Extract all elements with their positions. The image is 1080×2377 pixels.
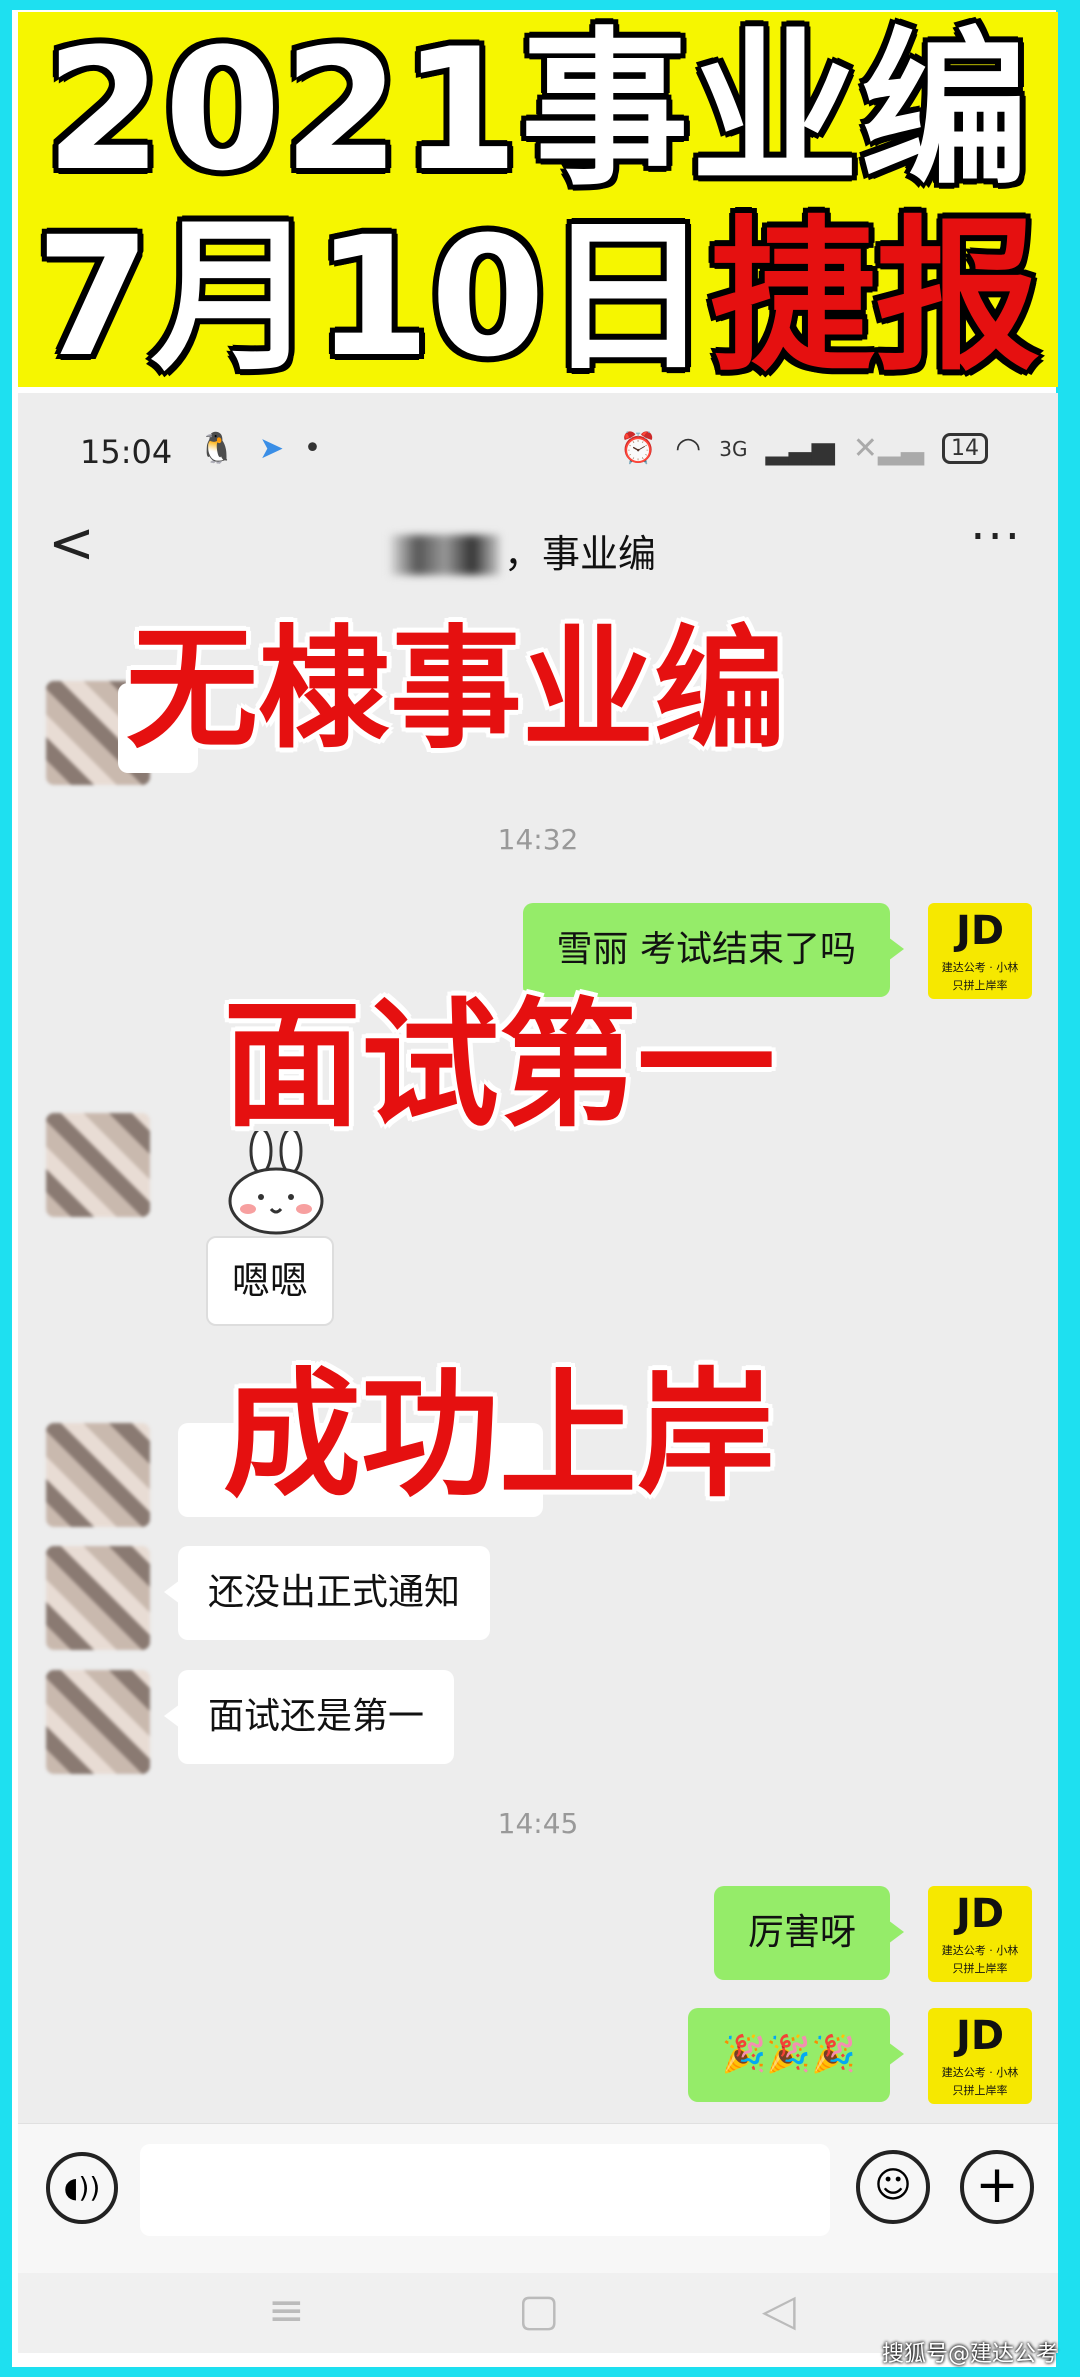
banner-good-news: 捷报	[710, 201, 1041, 393]
overlay-headline-1: 无棣事业编	[126, 613, 786, 767]
message-bubble-sent[interactable]: 厉害呀	[713, 1886, 905, 1980]
signal-icon: ▂▃▅	[765, 431, 835, 466]
battery-icon: 14	[942, 433, 988, 464]
chat-screen: 15:04 🐧 ➤ • ⏰ ◠ 3G ▂▃▅ ✕▂▃ 14 < ，事业编 ···…	[18, 393, 1058, 2353]
my-avatar[interactable]: JD 建达公考 · 小林 只拼上岸率	[928, 1886, 1032, 1982]
emoji-icon[interactable]: ☺	[856, 2150, 930, 2224]
back-triangle-icon[interactable]: ◁	[762, 2285, 796, 2336]
jd-logo: JD	[955, 908, 1005, 954]
jd-logo: JD	[955, 2013, 1005, 2059]
back-arrow-icon[interactable]: <	[48, 511, 95, 576]
network-label: 3G	[719, 436, 748, 461]
avatar-slogan: 只拼上岸率	[952, 1962, 1008, 1975]
contact-avatar[interactable]	[46, 1670, 150, 1774]
qq-icon: 🐧	[198, 431, 236, 466]
more-options-icon[interactable]: ···	[970, 509, 1022, 565]
overlay-headline-3: 成功上岸	[223, 1355, 776, 1516]
avatar-slogan: 只拼上岸率	[952, 2084, 1008, 2097]
blurred-contact-name	[390, 535, 500, 575]
contact-avatar[interactable]	[46, 1423, 150, 1527]
timestamp: 14:45	[497, 1807, 579, 1840]
chat-title: ，事业编	[504, 532, 657, 576]
chat-input-bar: ◖)) ☺ +	[18, 2123, 1058, 2274]
avatar-caption: 建达公考 · 小林	[941, 961, 1019, 974]
wifi-icon: ◠	[675, 431, 702, 466]
system-icons: ⏰ ◠ 3G ▂▃▅ ✕▂▃ 14	[620, 431, 988, 466]
plus-icon[interactable]: +	[960, 2150, 1034, 2224]
source-watermark: 搜狐号@建达公考	[881, 2342, 1058, 2367]
message-bubble-received[interactable]: 面试还是第一	[163, 1670, 455, 1764]
send-icon: ➤	[258, 431, 285, 466]
avatar-caption: 建达公考 · 小林	[941, 1944, 1019, 1957]
banner-line-2: 7月10日捷报	[18, 207, 1058, 387]
menu-icon[interactable]: ≡	[268, 2285, 305, 2336]
overlay-headline-2: 面试第一	[223, 985, 776, 1146]
contact-avatar[interactable]	[46, 1546, 150, 1650]
contact-avatar[interactable]	[46, 1113, 150, 1217]
message-input[interactable]	[140, 2144, 830, 2236]
status-time: 15:04	[80, 433, 173, 471]
voice-icon[interactable]: ◖))	[46, 2152, 118, 2224]
signal-off-icon: ✕▂▃	[852, 431, 924, 466]
sticker-reply-bubble[interactable]: 嗯嗯	[206, 1236, 335, 1326]
jd-logo: JD	[955, 1891, 1005, 1937]
banner-date: 7月10日	[35, 201, 711, 393]
my-avatar[interactable]: JD 建达公考 · 小林 只拼上岸率	[928, 903, 1032, 999]
alarm-icon: ⏰	[619, 431, 658, 466]
timestamp: 14:32	[497, 823, 579, 856]
my-avatar[interactable]: JD 建达公考 · 小林 只拼上岸率	[928, 2008, 1032, 2104]
message-bubble-sent[interactable]: 🎉🎉🎉	[687, 2008, 905, 2102]
headline-banner: 2021事业编 7月10日捷报	[18, 12, 1058, 387]
avatar-caption: 建达公考 · 小林	[941, 2066, 1019, 2079]
home-icon[interactable]: ▢	[518, 2285, 560, 2336]
avatar-slogan: 只拼上岸率	[952, 979, 1008, 992]
banner-line-1: 2021事业编	[45, 12, 1031, 208]
message-bubble-received[interactable]: 还没出正式通知	[163, 1546, 491, 1640]
notification-icons: 🐧 ➤ •	[198, 431, 321, 466]
dot-icon: •	[303, 431, 322, 466]
